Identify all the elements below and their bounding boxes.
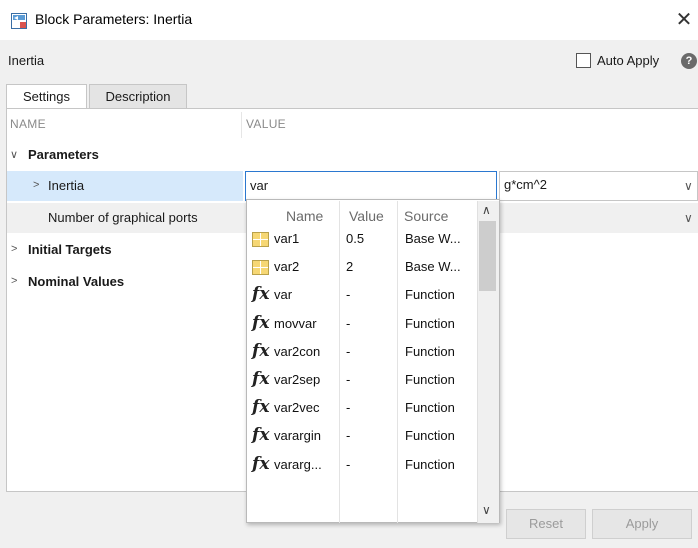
- inertia-value-input[interactable]: var: [245, 171, 497, 201]
- variable-icon: [252, 260, 269, 275]
- apply-button[interactable]: Apply: [592, 509, 692, 539]
- reset-button[interactable]: Reset: [506, 509, 586, 539]
- tab-settings[interactable]: Settings: [6, 84, 87, 109]
- ports-parameter-label: Number of graphical ports: [48, 210, 198, 225]
- dropdown-value-cell: 2: [346, 259, 354, 274]
- parameters-group-label[interactable]: Parameters: [28, 147, 99, 162]
- scroll-down-icon[interactable]: ∨: [482, 503, 491, 517]
- dropdown-name-cell: var2vec: [274, 400, 320, 415]
- tab-description[interactable]: Description: [89, 84, 187, 108]
- simulink-block-icon: [11, 13, 27, 29]
- function-icon: fx: [252, 313, 270, 333]
- dropdown-name-cell: var2: [274, 259, 300, 274]
- dropdown-value-cell: -: [346, 457, 351, 472]
- chevron-down-icon[interactable]: ∨: [10, 148, 18, 161]
- block-name-label: Inertia: [8, 53, 45, 68]
- variable-icon: [252, 232, 269, 247]
- function-icon: fx: [252, 341, 270, 361]
- dropdown-source-header[interactable]: Source: [404, 208, 448, 224]
- dropdown-source-cell: Function: [405, 316, 455, 331]
- close-icon[interactable]: ✕: [670, 8, 698, 34]
- chevron-right-icon[interactable]: >: [11, 243, 17, 255]
- name-column-header: NAME: [10, 117, 46, 131]
- function-icon: fx: [252, 369, 270, 389]
- dropdown-value-cell: -: [346, 344, 351, 359]
- function-icon: fx: [252, 454, 270, 474]
- scroll-up-icon[interactable]: ∧: [482, 203, 491, 217]
- dropdown-value-cell: -: [346, 287, 351, 302]
- dropdown-name-cell: movvar: [274, 316, 317, 331]
- dropdown-source-cell: Function: [405, 287, 455, 302]
- dropdown-source-cell: Base W...: [405, 259, 461, 274]
- dropdown-source-cell: Function: [405, 428, 455, 443]
- chevron-right-icon[interactable]: >: [11, 275, 17, 287]
- dropdown-value-cell: -: [346, 372, 351, 387]
- dropdown-name-cell: var2sep: [274, 372, 321, 387]
- function-icon: fx: [252, 397, 270, 417]
- dropdown-source-cell: Function: [405, 400, 455, 415]
- dropdown-name-header[interactable]: Name: [286, 208, 323, 224]
- function-icon: fx: [252, 284, 270, 304]
- dropdown-value-header[interactable]: Value: [349, 208, 384, 224]
- dropdown-name-cell: var: [274, 287, 293, 302]
- dropdown-name-cell: vararg...: [274, 457, 322, 472]
- dropdown-value-cell: -: [346, 400, 351, 415]
- dropdown-value-cell: -: [346, 428, 351, 443]
- inertia-row[interactable]: [7, 171, 243, 201]
- dropdown-source-cell: Function: [405, 457, 455, 472]
- value-column-header: VALUE: [246, 117, 286, 131]
- dropdown-value-cell: 0.5: [346, 231, 365, 246]
- dropdown-source-cell: Function: [405, 344, 455, 359]
- dropdown-name-cell: var2con: [274, 344, 321, 359]
- auto-apply-label[interactable]: Auto Apply: [597, 53, 659, 68]
- dropdown-source-cell: Base W...: [405, 231, 461, 246]
- function-icon: fx: [252, 425, 270, 445]
- inertia-parameter-label: Inertia: [48, 178, 85, 193]
- chevron-right-icon[interactable]: >: [33, 179, 39, 191]
- dropdown-source-cell: Function: [405, 372, 455, 387]
- chevron-down-icon[interactable]: ∨: [684, 211, 693, 225]
- inertia-unit-value: g*cm^2: [504, 177, 547, 192]
- dropdown-name-cell: var1: [274, 231, 300, 246]
- chevron-down-icon[interactable]: ∨: [684, 179, 693, 193]
- dropdown-value-cell: -: [346, 316, 351, 331]
- dropdown-name-cell: varargin: [274, 428, 321, 443]
- window-title: Block Parameters: Inertia: [35, 11, 193, 27]
- auto-apply-checkbox[interactable]: [576, 53, 591, 68]
- help-icon[interactable]: ?: [681, 53, 697, 69]
- nominal-values-group-label[interactable]: Nominal Values: [28, 274, 124, 289]
- scrollbar-thumb[interactable]: [479, 221, 496, 291]
- initial-targets-group-label[interactable]: Initial Targets: [28, 242, 112, 257]
- column-divider: [241, 112, 242, 138]
